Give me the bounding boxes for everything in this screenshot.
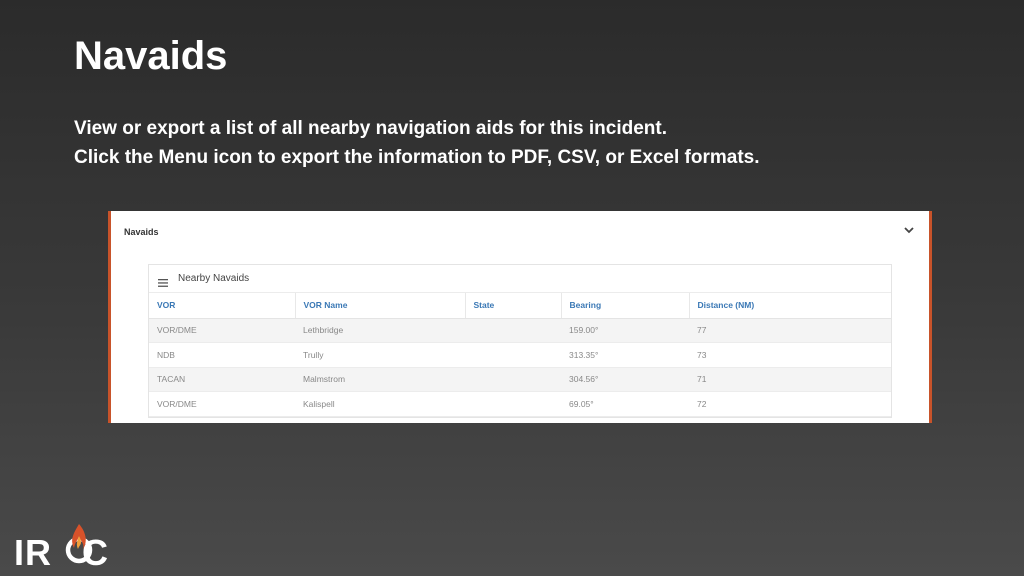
description-line-2: Click the Menu icon to export the inform…: [74, 143, 760, 172]
cell-vor-name: Lethbridge: [295, 318, 465, 343]
navaids-panel: Navaids Nearby Navaids VOR VOR Name Stat…: [108, 211, 932, 423]
cell-state: [465, 343, 561, 368]
nearby-navaids-card: Nearby Navaids VOR VOR Name State Bearin…: [148, 264, 892, 418]
cell-distance: 71: [689, 367, 891, 392]
cell-bearing: 69.05°: [561, 392, 689, 417]
cell-vor-name: Malmstrom: [295, 367, 465, 392]
panel-header[interactable]: Navaids: [111, 211, 929, 251]
slide-title: Navaids: [74, 34, 227, 79]
cell-vor: TACAN: [149, 367, 295, 392]
flame-icon: [64, 522, 94, 566]
table-header-row: VOR VOR Name State Bearing Distance (NM): [149, 293, 891, 318]
column-header-state[interactable]: State: [465, 293, 561, 318]
table-row[interactable]: VOR/DME Lethbridge 159.00° 77: [149, 318, 891, 343]
cell-state: [465, 318, 561, 343]
cell-bearing: 159.00°: [561, 318, 689, 343]
table-row[interactable]: VOR/DME Kalispell 69.05° 72: [149, 392, 891, 417]
column-header-vor[interactable]: VOR: [149, 293, 295, 318]
cell-vor-name: Kalispell: [295, 392, 465, 417]
card-title: Nearby Navaids: [178, 273, 249, 284]
cell-bearing: 304.56°: [561, 367, 689, 392]
cell-bearing: 313.35°: [561, 343, 689, 368]
cell-distance: 77: [689, 318, 891, 343]
column-header-distance[interactable]: Distance (NM): [689, 293, 891, 318]
iroc-logo: IRC: [14, 522, 124, 568]
cell-vor-name: Trully: [295, 343, 465, 368]
chevron-down-icon[interactable]: [903, 223, 915, 235]
cell-state: [465, 392, 561, 417]
cell-vor: VOR/DME: [149, 318, 295, 343]
navaids-table: VOR VOR Name State Bearing Distance (NM)…: [149, 293, 891, 417]
hamburger-menu-icon[interactable]: [158, 274, 168, 282]
cell-distance: 73: [689, 343, 891, 368]
table-row[interactable]: NDB Trully 313.35° 73: [149, 343, 891, 368]
column-header-bearing[interactable]: Bearing: [561, 293, 689, 318]
cell-distance: 72: [689, 392, 891, 417]
cell-vor: NDB: [149, 343, 295, 368]
card-header: Nearby Navaids: [149, 265, 891, 293]
table-row[interactable]: TACAN Malmstrom 304.56° 71: [149, 367, 891, 392]
column-header-vor-name[interactable]: VOR Name: [295, 293, 465, 318]
logo-text: IRC: [14, 532, 109, 574]
cell-state: [465, 367, 561, 392]
cell-vor: VOR/DME: [149, 392, 295, 417]
slide-description: View or export a list of all nearby navi…: [74, 114, 760, 172]
panel-title: Navaids: [124, 227, 159, 237]
description-line-1: View or export a list of all nearby navi…: [74, 114, 760, 143]
